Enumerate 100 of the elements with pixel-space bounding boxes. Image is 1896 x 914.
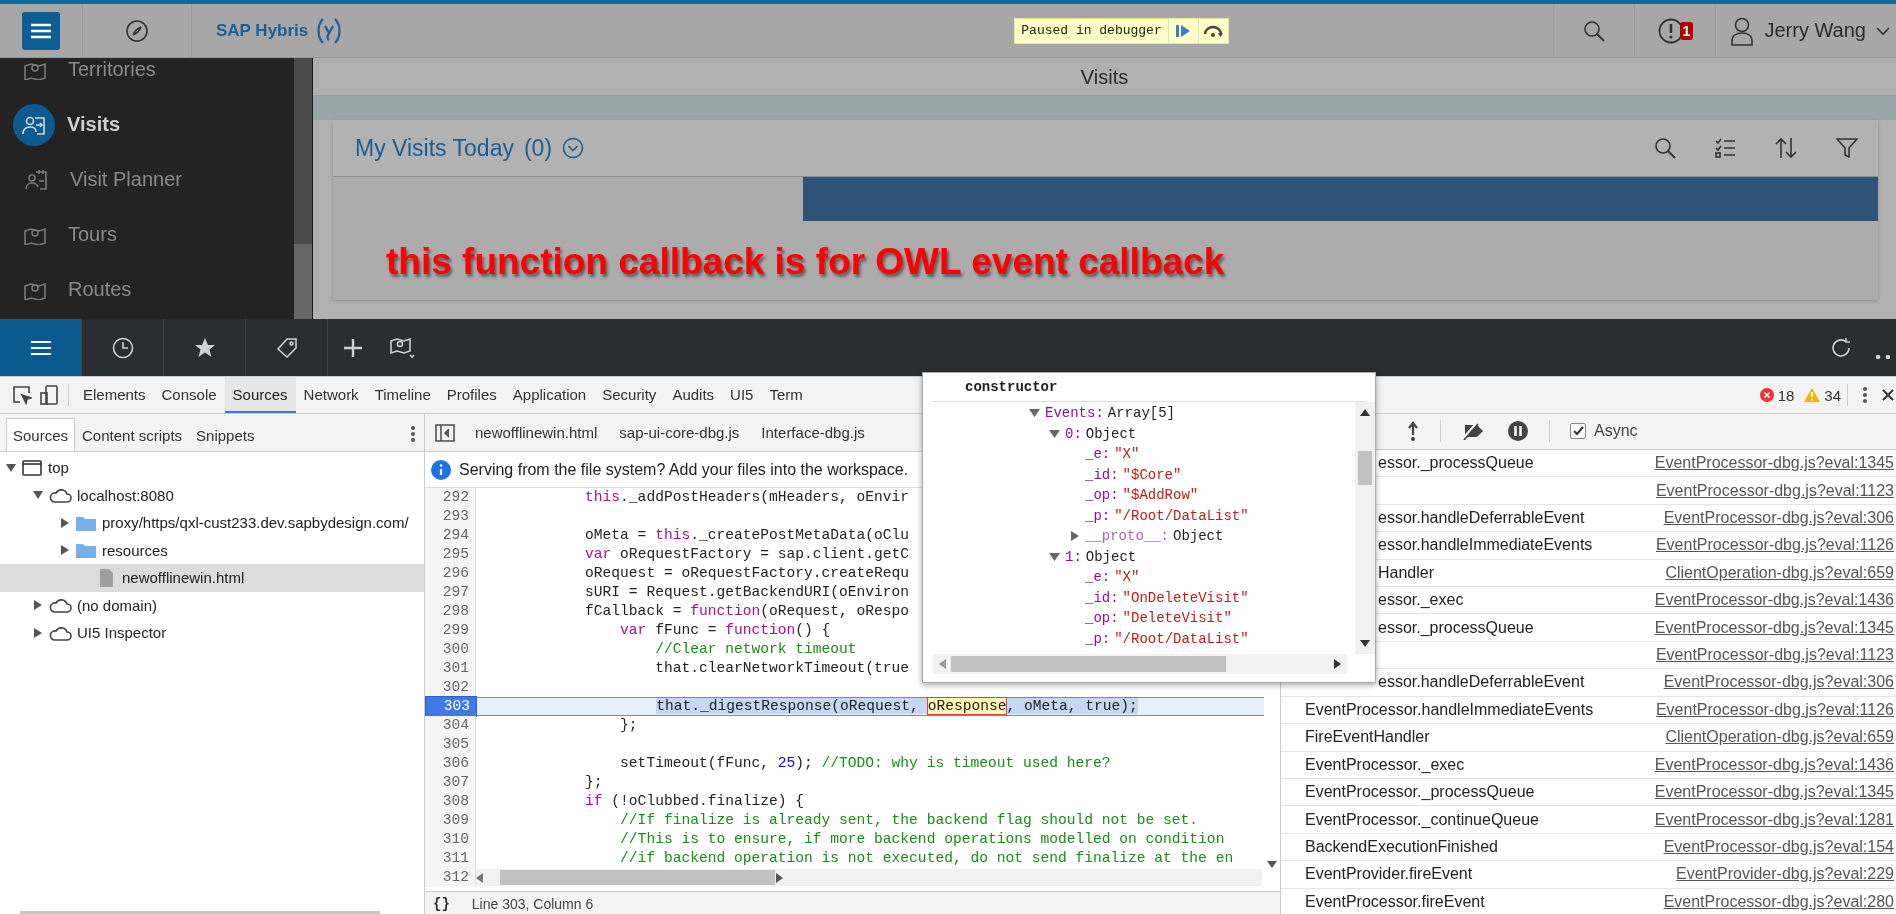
sidebar-item[interactable]: Visit Planner: [0, 152, 294, 207]
call-frame[interactable]: Handler: [1378, 563, 1666, 582]
navigator-tab[interactable]: Content scripts: [75, 419, 190, 451]
call-frame[interactable]: EventProcessor._processQueue: [1305, 783, 1655, 802]
line-number[interactable]: 299: [425, 621, 476, 640]
step-out-button[interactable]: [1406, 421, 1420, 442]
device-mode-button[interactable]: [40, 385, 58, 405]
line-number[interactable]: 310: [425, 830, 476, 849]
navigator-tab[interactable]: Sources: [6, 418, 76, 451]
source-link[interactable]: EventProcessor-dbg.js?eval:154: [1663, 838, 1894, 856]
file-tab[interactable]: sap-ui-core-dbg.js: [611, 424, 754, 441]
pretty-print-button[interactable]: {}: [433, 896, 450, 912]
line-number[interactable]: 295: [425, 545, 476, 564]
tree-item[interactable]: resources: [0, 536, 424, 564]
scrollbar-thumb[interactable]: [500, 870, 775, 885]
line-number[interactable]: 311: [425, 849, 476, 868]
select-list-button[interactable]: [1714, 137, 1736, 159]
expand-arrow-icon[interactable]: [33, 600, 43, 611]
line-number[interactable]: 301: [425, 659, 476, 678]
expand-arrow-icon[interactable]: [1049, 551, 1061, 562]
devtools-tab[interactable]: Term: [761, 377, 811, 413]
sidebar-item[interactable]: Visits: [0, 97, 294, 152]
scroll-up-icon[interactable]: [1360, 408, 1370, 416]
line-number[interactable]: 305: [425, 735, 476, 754]
tree-item[interactable]: localhost:8080: [0, 481, 424, 509]
source-link[interactable]: EventProcessor-dbg.js?eval:1123: [1655, 646, 1894, 665]
source-link[interactable]: EventProcessor-dbg.js?eval:1126: [1655, 536, 1894, 555]
call-frame[interactable]: EventProcessor._exec: [1305, 755, 1655, 774]
call-frame[interactable]: EventProvider.fireEvent: [1305, 865, 1677, 884]
inspect-button[interactable]: [12, 385, 32, 405]
source-link[interactable]: EventProcessor-dbg.js?eval:306: [1663, 673, 1894, 692]
expand-arrow-icon[interactable]: [1049, 428, 1061, 439]
source-link[interactable]: EventProcessor-dbg.js?eval:1123: [1655, 481, 1894, 500]
call-frame[interactable]: EventProcessor.fireEvent: [1305, 892, 1664, 911]
source-link[interactable]: EventProcessor-dbg.js?eval:1436: [1654, 755, 1894, 774]
scroll-down-icon[interactable]: [1267, 861, 1277, 869]
async-checkbox[interactable]: Async: [1570, 422, 1638, 441]
expand-arrow-icon[interactable]: [1029, 408, 1041, 419]
menu-button[interactable]: [0, 319, 82, 376]
file-tab[interactable]: newofflinewin.html: [467, 424, 612, 441]
devtools-tab[interactable]: Profiles: [438, 377, 505, 413]
devtools-tab[interactable]: Security: [594, 377, 665, 413]
tree-item[interactable]: newofflinewin.html: [0, 564, 424, 592]
close-button[interactable]: [1882, 389, 1894, 401]
search-button[interactable]: [1654, 137, 1676, 159]
call-frame[interactable]: essor._processQueue: [1378, 618, 1655, 637]
source-link[interactable]: EventProcessor-dbg.js?eval:1345: [1654, 618, 1894, 637]
expand-icon[interactable]: [562, 137, 585, 159]
line-number[interactable]: 312: [425, 868, 476, 887]
source-link[interactable]: ClientOperation-dbg.js?eval:659: [1665, 563, 1894, 582]
search-icon[interactable]: [1583, 19, 1606, 42]
line-number[interactable]: 296: [425, 564, 476, 583]
devtools-tab[interactable]: Elements: [75, 377, 154, 413]
call-frame[interactable]: essor._exec: [1378, 591, 1655, 610]
devtools-tab[interactable]: Console: [153, 377, 225, 413]
chevron-down-icon[interactable]: [1876, 25, 1890, 36]
scrollbar-thumb[interactable]: [294, 244, 312, 319]
devtools-tab[interactable]: Sources: [224, 377, 296, 413]
source-link[interactable]: EventProcessor-dbg.js?eval:280: [1663, 892, 1894, 911]
devtools-tab[interactable]: UI5: [722, 377, 762, 413]
toggle-navigator-button[interactable]: [435, 423, 455, 442]
tree-item[interactable]: UI5 Inspector: [0, 619, 424, 647]
line-number[interactable]: 309: [425, 811, 476, 830]
expand-arrow-icon[interactable]: [60, 517, 70, 528]
source-link[interactable]: EventProcessor-dbg.js?eval:1436: [1654, 591, 1894, 610]
line-number[interactable]: 306: [425, 754, 476, 773]
devtools-tab[interactable]: Audits: [664, 377, 723, 413]
devtools-tab[interactable]: Network: [295, 377, 367, 413]
line-number[interactable]: 292: [425, 488, 476, 507]
call-frame[interactable]: essor.handleDeferrableEvent: [1378, 508, 1664, 527]
devtools-tab[interactable]: Application: [504, 377, 595, 413]
call-frame[interactable]: EventProcessor.handleImmediateEvents: [1305, 700, 1656, 719]
source-link[interactable]: EventProcessor-dbg.js?eval:1126: [1655, 700, 1894, 719]
line-number[interactable]: 294: [425, 526, 476, 545]
scrollbar-thumb[interactable]: [1358, 451, 1372, 485]
menu-button[interactable]: [22, 11, 60, 50]
tree-item[interactable]: top: [0, 454, 424, 482]
line-number[interactable]: 300: [425, 640, 476, 659]
source-link[interactable]: EventProvider-dbg.js?eval:229: [1676, 865, 1894, 884]
line-number[interactable]: 308: [425, 792, 476, 811]
scroll-down-icon[interactable]: [1360, 640, 1370, 648]
expand-arrow-icon[interactable]: [6, 462, 16, 473]
call-frame[interactable]: essor.handleImmediateEvents: [1378, 536, 1656, 555]
expand-arrow-icon[interactable]: [33, 490, 43, 501]
line-number[interactable]: 303: [425, 696, 477, 717]
expand-arrow-icon[interactable]: [33, 627, 43, 638]
source-link[interactable]: ClientOperation-dbg.js?eval:659: [1665, 728, 1894, 747]
sort-button[interactable]: [1774, 137, 1798, 159]
scrollbar-thumb[interactable]: [951, 656, 1226, 672]
devtools-tab[interactable]: Timeline: [366, 377, 439, 413]
line-number[interactable]: 298: [425, 602, 476, 621]
sidebar-item[interactable]: Routes: [0, 262, 294, 317]
call-frame[interactable]: EventProcessor._continueQueue: [1305, 810, 1655, 829]
expand-arrow-icon[interactable]: [60, 545, 70, 556]
call-frame[interactable]: essor._processQueue: [1378, 454, 1655, 473]
tree-item[interactable]: (no domain): [0, 591, 424, 619]
line-number[interactable]: 297: [425, 583, 476, 602]
source-link[interactable]: EventProcessor-dbg.js?eval:1281: [1654, 810, 1894, 829]
menu-button[interactable]: [410, 425, 416, 443]
line-number[interactable]: 307: [425, 773, 476, 792]
